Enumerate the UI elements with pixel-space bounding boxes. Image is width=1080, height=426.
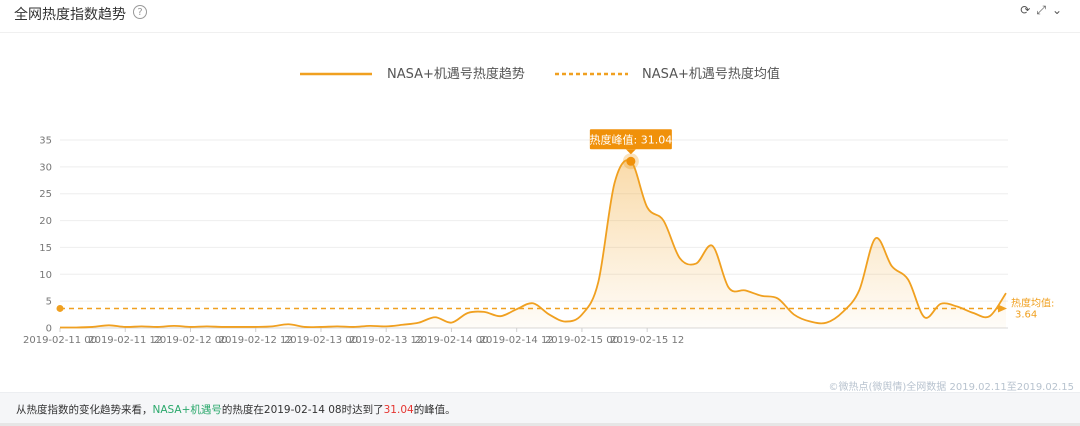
- data-point: [401, 324, 403, 326]
- data-point: [825, 321, 827, 323]
- average-label-title: 热度均值:: [1011, 296, 1054, 309]
- data-point: [140, 325, 142, 327]
- data-point: [728, 287, 730, 289]
- data-point: [744, 289, 746, 291]
- summary-suffix: 的峰值。: [413, 404, 456, 416]
- data-point: [287, 323, 289, 325]
- peak-dot[interactable]: [626, 156, 636, 166]
- data-point: [222, 326, 224, 328]
- peak-badge-label: 热度峰值: 31.04: [590, 132, 673, 146]
- data-point: [646, 206, 648, 208]
- data-point: [679, 257, 681, 259]
- data-point: [467, 312, 469, 314]
- x-tick-label: 2019-02-15 00: [545, 335, 619, 346]
- data-point: [548, 313, 550, 315]
- data-point: [711, 245, 713, 247]
- peak-badge-pointer: [625, 149, 636, 155]
- data-point: [695, 262, 697, 264]
- x-tick-label: 2019-02-15 12: [610, 335, 684, 346]
- peak-marker: 热度峰值: 31.04: [590, 129, 673, 170]
- data-point: [923, 316, 925, 318]
- data-point: [793, 313, 795, 315]
- data-point: [858, 289, 860, 291]
- data-point: [173, 325, 175, 327]
- y-tick-label: 35: [39, 136, 52, 147]
- summary-keyword[interactable]: NASA+机遇号: [153, 404, 222, 416]
- data-point: [418, 321, 420, 323]
- data-point: [842, 311, 844, 313]
- data-point: [189, 326, 191, 328]
- data-point: [613, 182, 615, 184]
- y-tick-label: 15: [39, 243, 52, 254]
- summary-middle: 的热度在2019-02-14 08时达到了: [221, 404, 384, 416]
- data-point: [776, 297, 778, 299]
- data-point: [532, 302, 534, 304]
- x-axis: 2019-02-11 002019-02-11 122019-02-12 002…: [23, 328, 684, 346]
- data-point: [75, 326, 77, 328]
- data-point: [352, 326, 354, 328]
- data-point: [206, 325, 208, 327]
- data-point: [303, 326, 305, 328]
- y-tick-label: 20: [39, 216, 52, 227]
- x-tick-label: 2019-02-12 00: [153, 335, 227, 346]
- data-point: [238, 326, 240, 328]
- chart-legend: NASA+机遇号热度趋势 NASA+机遇号热度均值: [300, 66, 780, 82]
- x-tick-label: 2019-02-13 00: [284, 335, 358, 346]
- y-axis: 0 5 10 15 20 25 30 35: [39, 136, 52, 335]
- y-tick-label: 30: [39, 162, 52, 173]
- data-point: [124, 326, 126, 328]
- data-point: [108, 324, 110, 326]
- x-tick-label: 2019-02-12 12: [219, 335, 293, 346]
- y-tick-label: 25: [39, 189, 52, 200]
- average-label-value: 3.64: [1015, 309, 1037, 320]
- x-tick-label: 2019-02-11 00: [23, 335, 97, 346]
- data-point: [581, 313, 583, 315]
- data-point: [336, 325, 338, 327]
- summary-peak-value: 31.04: [383, 404, 414, 416]
- y-tick-label: 10: [39, 270, 52, 281]
- data-point: [320, 326, 322, 328]
- data-point: [988, 315, 990, 317]
- data-point: [564, 320, 566, 322]
- data-point: [597, 281, 599, 283]
- data-point: [157, 326, 159, 328]
- y-tick-label: 0: [46, 324, 52, 335]
- x-tick-label: 2019-02-14 00: [414, 335, 488, 346]
- average-start-dot: [56, 304, 64, 312]
- data-point: [1005, 292, 1007, 294]
- data-point: [271, 325, 273, 327]
- heat-trend-chart: NASA+机遇号热度趋势 NASA+机遇号热度均值 0 5 10 15 20 25 30 35…: [23, 66, 1054, 346]
- data-point: [369, 325, 371, 327]
- data-point: [891, 265, 893, 267]
- x-tick-label: 2019-02-11 12: [88, 335, 162, 346]
- data-point: [59, 326, 61, 328]
- data-point: [874, 237, 876, 239]
- summary-text: 从热度指数的变化趋势来看，NASA+机遇号的热度在2019-02-14 08时达…: [16, 402, 456, 417]
- data-point: [434, 316, 436, 318]
- data-point: [662, 219, 664, 221]
- data-point: [483, 311, 485, 313]
- x-tick-label: 2019-02-14 12: [480, 335, 554, 346]
- summary-prefix: 从热度指数的变化趋势来看，: [16, 404, 153, 416]
- data-point: [499, 315, 501, 317]
- legend-label-average[interactable]: NASA+机遇号热度均值: [642, 66, 780, 82]
- data-point: [91, 326, 93, 328]
- data-point: [515, 308, 517, 310]
- data-point: [760, 295, 762, 297]
- data-point: [940, 303, 942, 305]
- data-point: [450, 321, 452, 323]
- data-point: [907, 278, 909, 280]
- data-point: [385, 325, 387, 327]
- data-point: [972, 312, 974, 314]
- y-tick-label: 5: [46, 297, 52, 308]
- x-tick-label: 2019-02-13 12: [349, 335, 423, 346]
- data-point: [255, 326, 257, 328]
- data-point: [956, 305, 958, 307]
- summary-bar: 从热度指数的变化趋势来看，NASA+机遇号的热度在2019-02-14 08时达…: [0, 392, 1080, 423]
- legend-label-trend[interactable]: NASA+机遇号热度趋势: [387, 66, 525, 82]
- data-point: [809, 320, 811, 322]
- data-source-note: ©微热点(微舆情)全网数据 2019.02.11至2019.02.15: [828, 382, 1075, 393]
